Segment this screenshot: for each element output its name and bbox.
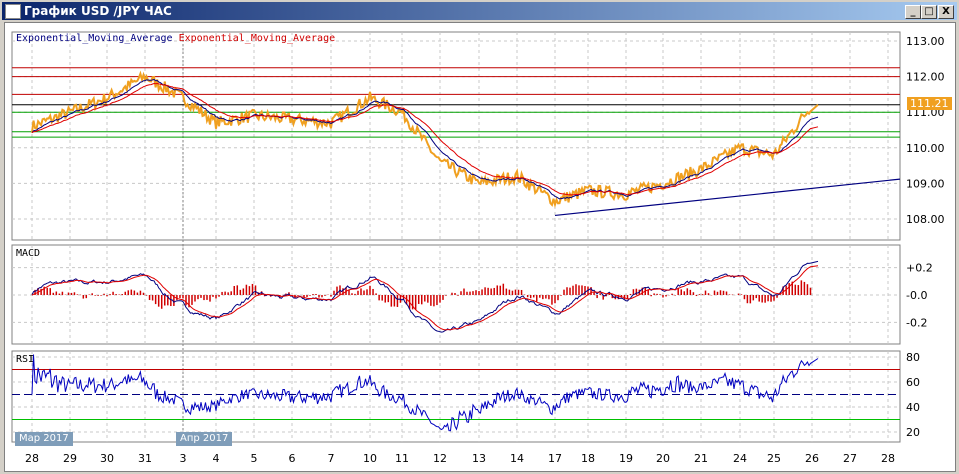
chart-canvas[interactable]: 28 29 30 31 3 4 5 6 7 10 11 12 13 14 17 18 19 20 21 24 25 26 2… [0,0,959,474]
x-tick-label: 4 [213,452,220,465]
x-tick-label: 18 [581,452,595,465]
month-tag-apr: Апр 2017 [176,432,233,446]
x-tick-label: 17 [548,452,562,465]
x-tick-label: 19 [619,452,633,465]
x-tick-label: 13 [472,452,486,465]
x-tick-label: 31 [138,452,152,465]
current-price-tag: 111.21 [907,97,952,110]
price-tick-label: 113.00 [906,35,945,48]
macd-label: MACD [16,248,41,259]
x-tick-label: 11 [395,452,409,465]
ema-fast-label: Exponential_Moving_Average [16,33,173,44]
x-tick-label: 5 [251,452,258,465]
price-tick-label: 110.00 [906,142,945,155]
rsi-tick-label: 40 [906,401,920,414]
month-tag-mar: Мар 2017 [15,432,73,446]
ema-slow-label: Exponential_Moving_Average [178,33,336,44]
x-tick-label: 29 [63,452,77,465]
price-tick-label: 108.00 [906,213,945,226]
x-tick-label: 20 [656,452,670,465]
macd-tick-label: -0.2 [906,316,927,329]
rsi-tick-label: 80 [906,351,920,364]
price-tick-label: 109.00 [906,177,945,190]
price-line [31,70,819,209]
x-tick-label: 21 [694,452,708,465]
macd-tick-label: +0.2 [906,262,933,275]
x-tick-label: 27 [843,452,857,465]
rsi-label: RSI [16,354,35,365]
trend-line [554,178,901,217]
macd-tick-label: -0.0 [906,289,927,302]
x-tick-label: 24 [733,452,747,465]
x-tick-label: 14 [510,452,524,465]
x-tick-label: 28 [881,452,895,465]
rsi-tick-label: 20 [906,426,920,439]
indicator-legend: Exponential_Moving_Average Exponential_M… [16,33,335,44]
price-tick-label: 112.00 [906,71,945,84]
rsi-tick-label: 60 [906,376,920,389]
x-tick-label: 25 [767,452,781,465]
x-tick-label: 7 [328,452,335,465]
x-tick-label: 10 [363,452,377,465]
x-tick-label: 6 [289,452,296,465]
x-tick-label: 12 [433,452,447,465]
x-tick-label: 26 [805,452,819,465]
x-tick-label: 3 [180,452,187,465]
x-tick-label: 28 [25,452,39,465]
x-tick-label: 30 [100,452,114,465]
